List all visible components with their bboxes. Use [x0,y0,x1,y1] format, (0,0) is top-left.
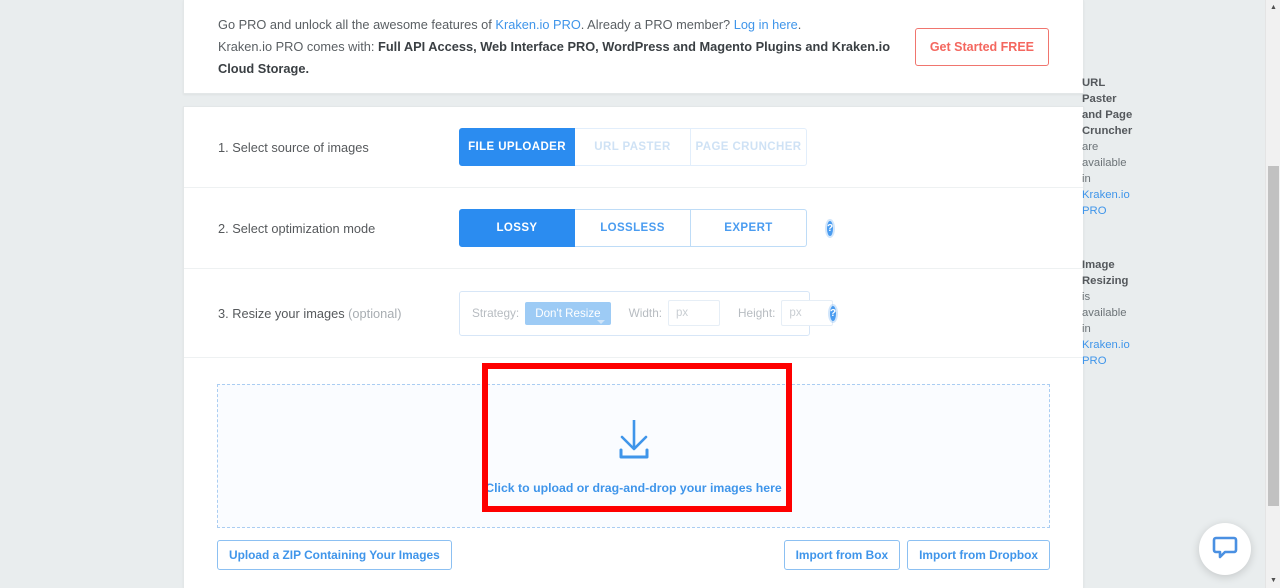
pro-banner-line-2: Kraken.io PRO comes with: Full API Acces… [218,36,915,80]
source-aside-note: URL Paster and Page Cruncher are availab… [1082,75,1132,219]
resize-optional-tag: (optional) [348,305,402,321]
source-aside-pro-link[interactable]: Kraken.io PRO [1082,189,1130,217]
step-3-label: 3. Resize your images (optional) [184,306,459,321]
mode-segmented-control: LOSSY LOSSLESS EXPERT ? [459,209,834,247]
source-aside-line1: URL Paster and Page Cruncher [1082,77,1133,137]
source-segmented-control: FILE UPLOADER URL PASTER PAGE CRUNCHER [459,128,809,166]
pro-line1-mid: . Already a PRO member? [580,16,734,32]
resize-aside-text: is available in [1082,291,1127,335]
import-from-dropbox-button[interactable]: Import from Dropbox [907,540,1050,570]
source-option-file-uploader[interactable]: FILE UPLOADER [459,128,575,166]
mode-options: LOSSY LOSSLESS EXPERT [459,209,807,247]
step-2-label: 2. Select optimization mode [218,220,376,236]
resize-aside-pro-link[interactable]: Kraken.io PRO [1082,339,1130,367]
login-link[interactable]: Log in here [734,17,798,32]
source-option-url-paster[interactable]: URL PASTER [575,128,691,166]
optimizer-card: 1. Select source of images FILE UPLOADER… [183,77,1132,588]
pro-line1-pre: Go PRO and unlock all the awesome featur… [218,16,496,32]
get-started-free-button[interactable]: Get Started FREE [914,27,1049,66]
page-scrollbar[interactable]: ▲ ▼ [1265,0,1280,588]
kraken-pro-link[interactable]: Kraken.io PRO [495,17,580,32]
download-arrow-icon [612,418,656,465]
dropzone-area: Click to upload or drag-and-drop your im… [184,358,1083,528]
resize-aside-note: Image Resizing is available in Kraken.io… [1082,257,1130,369]
pro-upsell-banner: Go PRO and unlock all the awesome featur… [183,0,1084,94]
source-option-page-cruncher[interactable]: PAGE CRUNCHER [691,128,807,166]
file-dropzone[interactable]: Click to upload or drag-and-drop your im… [217,384,1050,528]
mode-option-lossy[interactable]: LOSSY [459,209,575,247]
mode-option-lossless[interactable]: LOSSLESS [575,209,691,247]
pro-line1-end: . [797,16,802,32]
page-root: Go PRO and unlock all the awesome featur… [0,0,1280,588]
chat-bubble-icon [1212,534,1238,565]
step-row-source: 1. Select source of images FILE UPLOADER… [184,77,1132,217]
height-input[interactable] [781,300,834,326]
pro-line2-pre: Kraken.io PRO comes with: [218,38,379,54]
resize-controls: Strategy: Don't Resize Width: Height: ? [459,290,837,336]
pro-banner-text: Go PRO and unlock all the awesome featur… [184,14,915,80]
dropzone-label: Click to upload or drag-and-drop your im… [485,480,782,495]
chat-widget-button[interactable] [1199,523,1251,575]
width-input[interactable] [668,300,721,326]
resize-label-text: 3. Resize your images [218,305,349,321]
height-label: Height: [738,306,776,320]
import-actions-row: Upload a ZIP Containing Your Images Impo… [184,528,1083,570]
source-options: FILE UPLOADER URL PASTER PAGE CRUNCHER [459,128,807,166]
pro-banner-line-1: Go PRO and unlock all the awesome featur… [218,14,915,36]
resize-aside-bold: Image Resizing [1082,259,1129,287]
mode-option-expert[interactable]: EXPERT [691,209,807,247]
scroll-down-arrow-icon[interactable]: ▼ [1266,573,1280,588]
strategy-label: Strategy: [472,306,520,320]
resize-panel: Strategy: Don't Resize Width: Height: [459,290,834,336]
help-icon[interactable]: ? [827,220,834,236]
source-aside-line2: are available in [1082,141,1127,185]
upload-zip-button[interactable]: Upload a ZIP Containing Your Images [217,540,452,570]
step-row-resize: 3. Resize your images (optional) Strateg… [184,259,1130,367]
scrollbar-thumb[interactable] [1268,166,1279,506]
import-from-box-button[interactable]: Import from Box [783,540,901,570]
step-1-label: 1. Select source of images [218,139,369,155]
width-label: Width: [628,306,663,320]
strategy-select[interactable]: Don't Resize [525,301,611,325]
scroll-up-arrow-icon[interactable]: ▲ [1266,0,1280,15]
help-icon[interactable]: ? [830,305,837,321]
step-row-mode: 2. Select optimization mode LOSSY LOSSLE… [184,188,1083,269]
